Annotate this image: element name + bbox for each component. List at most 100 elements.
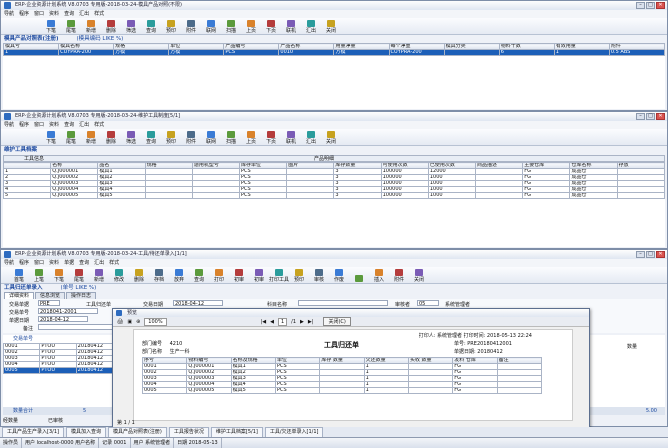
table-cell[interactable]: Q.J000005 [50, 192, 99, 199]
toolbar-button[interactable]: 打印工具 [269, 268, 289, 283]
menu-item[interactable]: 汇出 [94, 259, 104, 267]
detail-tab[interactable]: 详细资料 [4, 292, 35, 299]
toolbar-button[interactable]: 联机 [281, 19, 301, 34]
table-cell[interactable]: FG [452, 387, 498, 394]
table-cell[interactable]: PCS [223, 49, 280, 56]
table-cell[interactable] [191, 192, 241, 199]
toolbar-button[interactable]: 初审 [229, 268, 249, 283]
window-tab[interactable]: 维护工具档案[5/1] [210, 427, 263, 437]
menu-item[interactable]: 导航 [4, 259, 14, 267]
table-cell[interactable]: PCS [274, 387, 321, 394]
menu-item[interactable]: 导航 [4, 10, 14, 18]
menu-item[interactable]: 单据 [64, 259, 74, 267]
menu-item[interactable]: 查询 [64, 121, 74, 129]
menu-item[interactable]: 查询 [79, 259, 89, 267]
menu-item[interactable]: 窗口 [34, 10, 44, 18]
toolbar-button[interactable]: 尾笔 [69, 268, 89, 283]
table-cell[interactable]: 方模 [113, 49, 170, 56]
table-cell[interactable] [144, 192, 193, 199]
zoom-icon[interactable]: ⊕ [136, 319, 140, 325]
table-cell[interactable] [475, 192, 524, 199]
toolbar-button[interactable]: 首笔 [9, 268, 29, 283]
toolbar-button[interactable]: 上页 [241, 19, 261, 34]
window-tab[interactable]: 模具加入查询 [65, 427, 106, 437]
menu-item[interactable]: 程序 [19, 121, 29, 129]
close-button[interactable]: ✕ [656, 113, 665, 120]
toolbar-button[interactable]: 下笔 [49, 268, 69, 283]
detail-tab[interactable]: 信息浏览 [35, 292, 66, 299]
table-row[interactable]: 5 Q.J000005 模具5 PCS 3 100000 1000 FG 成品仓 [2, 192, 666, 199]
prev-page-icon[interactable]: ◀ [270, 319, 274, 325]
table-cell[interactable]: 20180412 [75, 367, 114, 374]
next-page-icon[interactable]: ▶ [300, 319, 304, 325]
table-cell[interactable]: 0005 [141, 387, 188, 394]
table-row[interactable]: 1 CUYPRA-200 方模 方模 PCS 0010 方模 CUYPRA-200 6 1 0.5 … [2, 49, 666, 56]
toolbar-button[interactable]: 附件 [389, 268, 409, 283]
toolbar-button[interactable]: 上页 [241, 130, 261, 145]
toolbar-button[interactable]: 预印 [289, 268, 309, 283]
table-cell[interactable] [616, 192, 666, 199]
minimize-button[interactable]: – [636, 2, 645, 9]
toolbar-button[interactable]: 附件 [181, 130, 201, 145]
toolbar-button[interactable]: 筛选 [121, 19, 141, 34]
table-cell[interactable]: 0005 [2, 367, 41, 374]
table-cell[interactable]: 5 [2, 192, 52, 199]
maximize-button[interactable]: □ [646, 113, 655, 120]
toolbar-button[interactable]: 查询 [141, 130, 161, 145]
menu-item[interactable]: 资料 [49, 10, 59, 18]
print-icon[interactable]: 🖨 [117, 319, 123, 325]
menu-item[interactable]: 汇出 [79, 10, 89, 18]
toolbar-button[interactable]: 联网 [201, 130, 221, 145]
date-input[interactable]: 2018-04-12 [173, 300, 223, 307]
no-input[interactable]: 2018041-2001 [38, 308, 98, 315]
menu-item[interactable]: 窗口 [34, 259, 44, 267]
toolbar-button[interactable]: 初审 [249, 268, 269, 283]
toolbar-button[interactable]: 作废 [329, 268, 349, 283]
date2-input[interactable]: 2018-04-12 [38, 316, 88, 323]
menu-item[interactable]: 资料 [49, 121, 59, 129]
toolbar-button[interactable]: 扫描 [221, 130, 241, 145]
toolbar-button[interactable] [349, 274, 369, 283]
menu-item[interactable]: 资料 [49, 259, 59, 267]
toolbar-button[interactable]: 关闭 [321, 130, 341, 145]
table-cell[interactable]: 模具5 [97, 192, 146, 199]
table-cell[interactable]: 1 [363, 387, 409, 394]
table-cell[interactable]: 6 [498, 49, 555, 56]
menu-item[interactable]: 样式 [94, 10, 104, 18]
toolbar-button[interactable]: 新增 [81, 130, 101, 145]
toolbar-button[interactable]: 下笔 [41, 19, 61, 34]
table-cell[interactable]: CUYPRA-200 [388, 49, 445, 56]
menu-item[interactable]: 样式 [94, 121, 104, 129]
detail-tab[interactable]: 操作日志 [66, 292, 97, 299]
table-cell[interactable]: 100000 [380, 192, 429, 199]
save-icon[interactable]: ▣ [127, 319, 132, 325]
toolbar-button[interactable]: 下笔 [41, 130, 61, 145]
toolbar-button[interactable]: 预印 [161, 130, 181, 145]
table-cell[interactable] [443, 49, 500, 56]
toolbar-button[interactable]: 新增 [89, 268, 109, 283]
table-cell[interactable]: Q.J000005 [186, 387, 232, 394]
maximize-button[interactable]: □ [646, 251, 655, 258]
menu-item[interactable]: 汇出 [79, 121, 89, 129]
menu-item[interactable]: 程序 [19, 259, 29, 267]
page-input[interactable]: 1 [277, 317, 288, 326]
close-button[interactable]: ✕ [656, 251, 665, 258]
table-cell[interactable]: FG [522, 192, 571, 199]
zoom-select[interactable]: 100% [144, 317, 167, 326]
toolbar-button[interactable]: 下页 [261, 130, 281, 145]
toolbar-button[interactable]: 尾笔 [61, 130, 81, 145]
table-cell[interactable]: 模具5 [230, 387, 276, 394]
toolbar-button[interactable]: 修改 [109, 268, 129, 283]
table-cell[interactable] [407, 387, 454, 394]
toolbar-button[interactable]: 汇出 [301, 19, 321, 34]
toolbar-button[interactable]: 汇出 [301, 130, 321, 145]
dept-input[interactable] [298, 300, 388, 306]
toolbar-button[interactable]: 联网 [201, 19, 221, 34]
toolbar-button[interactable]: 筛选 [121, 130, 141, 145]
toolbar-button[interactable]: 删除 [101, 19, 121, 34]
first-page-icon[interactable]: |◀ [261, 319, 267, 325]
toolbar-button[interactable]: 查询 [189, 268, 209, 283]
toolbar-button[interactable]: 插入 [369, 268, 389, 283]
table-row[interactable]: 0005 Q.J000005 模具5 PCS 1 FG [141, 387, 543, 394]
mold-product-grid[interactable]: 模具号 模具名称 规格 单位 产品编号 产品名称 用量净量 每个净重 模具分类 物料十数 有效用量附… [2, 43, 666, 56]
